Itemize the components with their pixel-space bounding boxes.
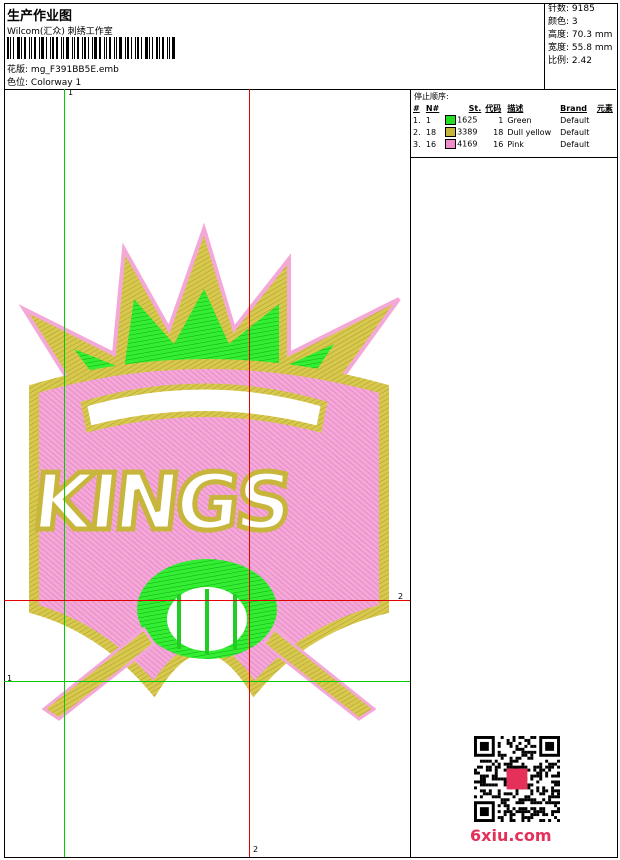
stat-stitches: 针数: 9185: [548, 4, 595, 14]
guide-line-red-horizontal: [4, 600, 410, 601]
col-element: 元素: [596, 103, 613, 113]
svg-text:KINGS: KINGS: [28, 457, 292, 548]
stat-scale: 比例: 2.42: [548, 56, 592, 66]
guide-label-green-left: 1: [7, 674, 13, 683]
studio-name: Wilcom(汇众) 刺绣工作室: [7, 27, 113, 37]
colorway-label: 色位:: [7, 78, 29, 88]
table-row: 2. 18 3389 18 Dull yellow Default: [413, 127, 590, 137]
header-panel: 生产作业图 Wilcom(汇众) 刺绣工作室 花版: mg_F391BB5E.e…: [4, 3, 616, 90]
guide-label-green-top: 1: [68, 88, 74, 97]
color-swatch: [445, 115, 457, 125]
stop-sequence-panel: 停止顺序: # N# St. 代码 描述 Brand 元素 1. 1 1625 …: [410, 89, 617, 158]
color-swatch: [445, 127, 457, 137]
stop-sequence-title: 停止顺序:: [414, 92, 449, 101]
guide-line-red-vertical: [249, 89, 250, 857]
barcode-image: [7, 37, 185, 59]
col-stitches: St.: [468, 103, 482, 113]
col-code: 代码: [485, 103, 502, 113]
table-header-row: # N# St. 代码 描述 Brand 元素: [411, 102, 617, 114]
colorway-value: Colorway 1: [30, 78, 82, 88]
stat-width: 宽度: 55.8 mm: [548, 43, 613, 53]
stats-panel: 针数: 9185 颜色: 3 高度: 70.3 mm 宽度: 55.8 mm 比…: [544, 3, 616, 89]
color-swatch: [445, 139, 457, 149]
col-description: 描述: [507, 103, 524, 113]
stat-height: 高度: 70.3 mm: [548, 30, 613, 40]
guide-label-red-bottom: 2: [253, 845, 259, 854]
design-file-name: mg_F391BB5E.emb: [30, 65, 119, 75]
watermark-text: 6xiu.com: [470, 826, 552, 845]
guide-line-green-horizontal: [4, 681, 410, 682]
qr-code-image: [474, 736, 560, 822]
col-brand: Brand: [560, 103, 588, 113]
design-file-line: 花版: mg_F391BB5E.emb: [7, 62, 119, 75]
colorway-line: 色位: Colorway 1: [7, 75, 81, 88]
table-row: 1. 1 1625 1 Green Default: [413, 115, 590, 125]
table-row: 3. 16 4169 16 Pink Default: [413, 139, 590, 149]
page-title: 生产作业图: [7, 9, 73, 24]
stop-sequence-table: # N# St. 代码 描述 Brand 元素 1. 1 1625 1 Gree…: [411, 102, 617, 150]
stat-colors: 颜色: 3: [548, 17, 578, 27]
col-index: #: [413, 103, 420, 113]
design-label: 花版:: [7, 65, 29, 75]
guide-line-green-vertical: [64, 89, 65, 857]
col-needle: N#: [425, 103, 440, 113]
guide-label-red-right: 2: [398, 592, 404, 601]
